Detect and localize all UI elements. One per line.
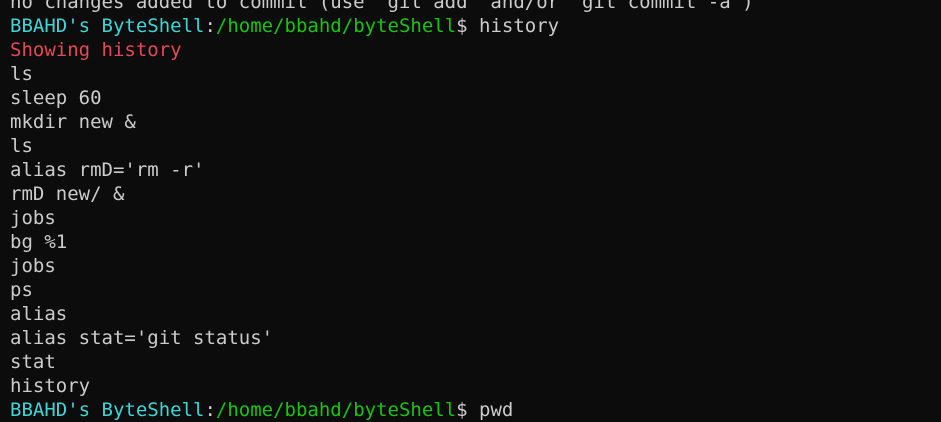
- history-entry: rmD new/ &: [10, 183, 125, 205]
- history-entry: jobs: [10, 255, 56, 277]
- history-entry: ps: [10, 279, 33, 301]
- prompt-separator: :: [204, 15, 216, 37]
- prompt-command: pwd: [467, 399, 514, 421]
- prompt-user: BBAHD's ByteShell: [10, 399, 205, 421]
- prompt-line: BBAHD's ByteShell:/home/bbahd/byteShell$…: [10, 14, 941, 38]
- prompt-path: /home/bbahd/byteShell: [215, 399, 457, 421]
- history-header-message: Showing history: [10, 39, 182, 61]
- prompt-command: history: [467, 15, 560, 37]
- history-entry: sleep 60: [10, 87, 102, 109]
- terminal-window[interactable]: no changes added to commit (use "git add…: [0, 0, 941, 421]
- prompt-line: BBAHD's ByteShell:/home/bbahd/byteShell$…: [10, 398, 941, 422]
- history-entry: bg %1: [10, 231, 68, 253]
- history-entry: ls: [10, 63, 33, 85]
- history-entry: stat: [10, 351, 56, 373]
- prompt-dollar: $: [456, 15, 468, 37]
- prompt-path: /home/bbahd/byteShell: [215, 15, 457, 37]
- history-entry: alias rmD='rm -r': [10, 159, 205, 181]
- history-entry: mkdir new &: [10, 111, 136, 133]
- history-entry: jobs: [10, 207, 56, 229]
- scrollbar[interactable]: [933, 0, 941, 403]
- prompt-dollar: $: [456, 399, 468, 421]
- prompt-user: BBAHD's ByteShell: [10, 15, 205, 37]
- history-entry: ls: [10, 135, 33, 157]
- history-entry: alias stat='git status': [10, 327, 274, 349]
- history-entry: alias: [10, 303, 68, 325]
- prompt-separator: :: [204, 399, 216, 421]
- history-entry: history: [10, 375, 91, 397]
- output-line-partial: no changes added to commit (use "git add…: [10, 0, 754, 13]
